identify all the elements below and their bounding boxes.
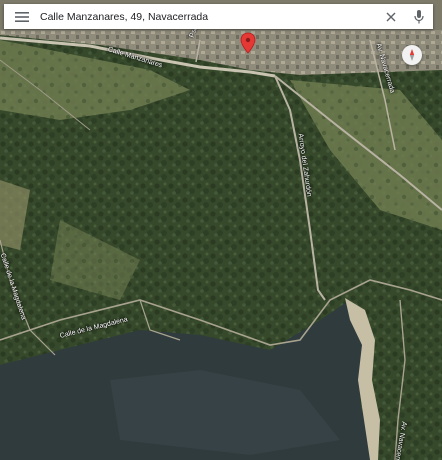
map-imagery xyxy=(0,0,442,460)
microphone-icon[interactable] xyxy=(405,4,433,29)
search-bar[interactable]: Calle Manzanares, 49, Navacerrada xyxy=(4,4,433,29)
hamburger-menu-icon[interactable] xyxy=(4,4,40,29)
compass-icon[interactable] xyxy=(402,45,422,65)
satellite-map[interactable]: Calle Manzanares Calle de la Magdalena C… xyxy=(0,0,442,460)
close-icon[interactable] xyxy=(377,4,405,29)
search-input[interactable]: Calle Manzanares, 49, Navacerrada xyxy=(40,11,377,23)
